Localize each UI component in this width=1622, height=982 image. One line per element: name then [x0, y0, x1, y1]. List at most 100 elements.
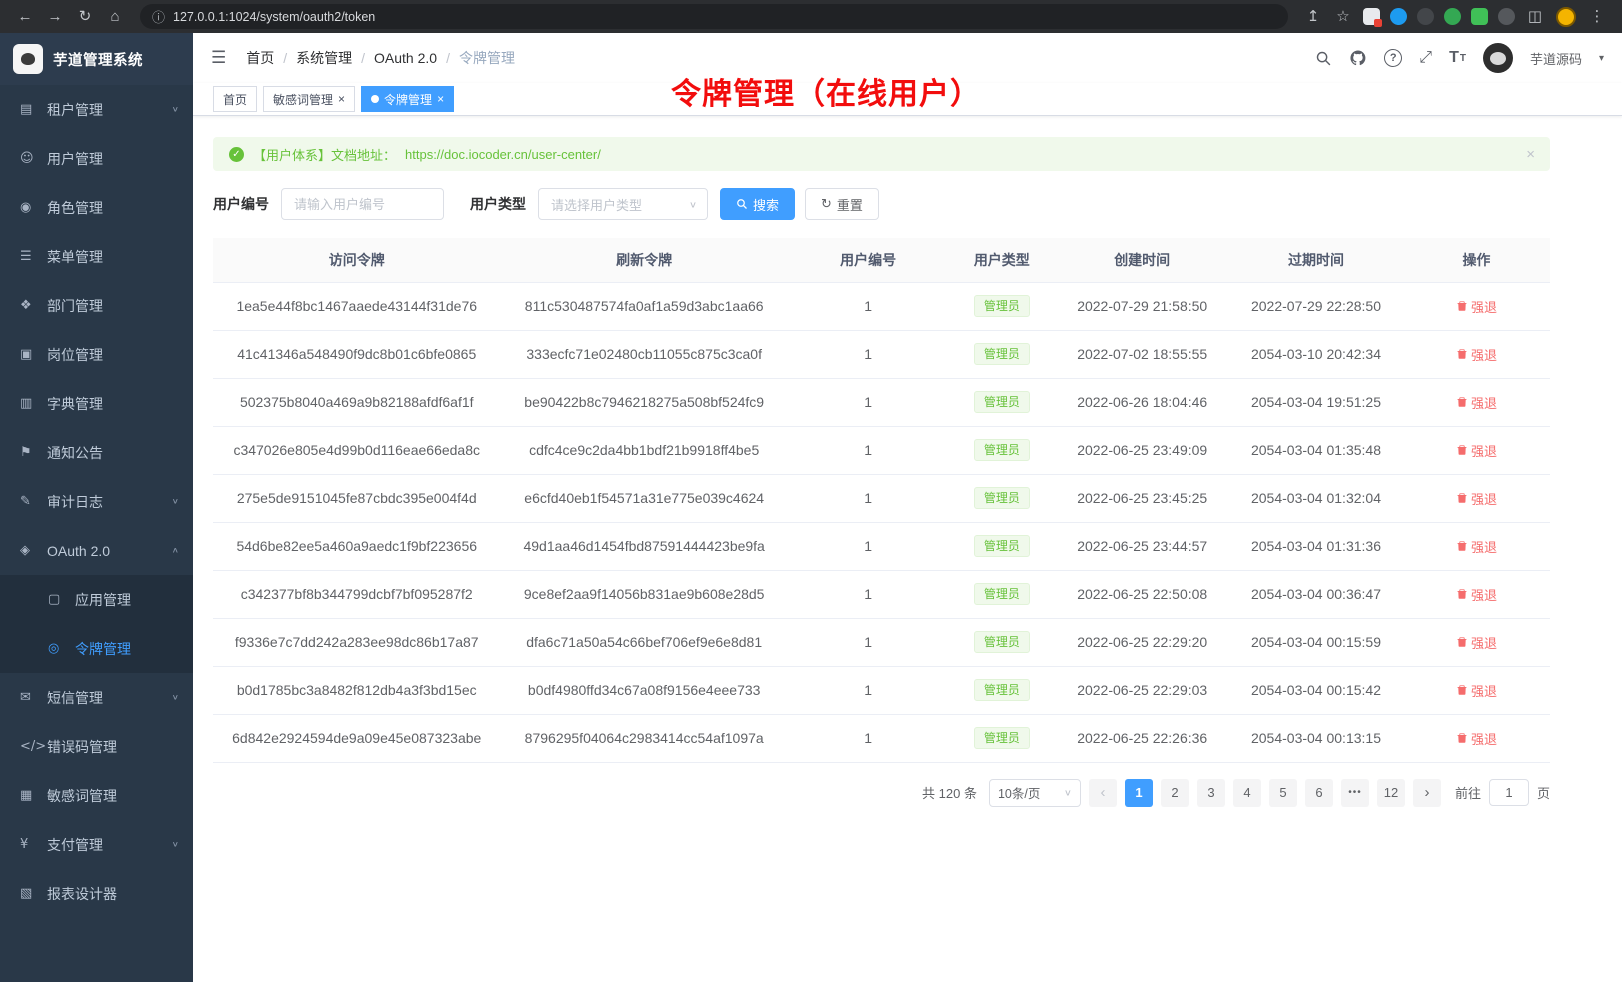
sidebar-item-user[interactable]: ☺ 用户管理 — [0, 134, 193, 183]
page-button-3[interactable]: 3 — [1197, 779, 1225, 807]
trash-icon — [1456, 396, 1468, 408]
user-type-cell: 管理员 — [948, 378, 1055, 426]
page-button-2[interactable]: 2 — [1161, 779, 1189, 807]
browser-profile-avatar[interactable] — [1556, 7, 1576, 27]
extension-icon-3[interactable] — [1417, 8, 1434, 25]
github-icon[interactable] — [1349, 49, 1367, 67]
expire-time-cell: 2054-03-04 00:15:42 — [1229, 666, 1403, 714]
extension-icon-1[interactable] — [1363, 8, 1380, 25]
more-menu-icon[interactable]: ⋮ — [1584, 4, 1610, 30]
search-icon[interactable] — [1315, 50, 1332, 67]
close-icon[interactable]: × — [338, 93, 345, 105]
more-pages-button[interactable]: ••• — [1341, 779, 1369, 807]
page-button-12[interactable]: 12 — [1377, 779, 1405, 807]
breadcrumb-system[interactable]: 系统管理 — [296, 48, 352, 68]
extension-icon-4[interactable] — [1444, 8, 1461, 25]
bookmark-star-icon[interactable]: ☆ — [1330, 4, 1356, 30]
site-info-icon[interactable]: ⓘ — [152, 7, 165, 26]
extension-icon-5[interactable] — [1471, 8, 1488, 25]
token-table: 访问令牌 刷新令牌 用户编号 用户类型 创建时间 过期时间 操作 1ea5e44… — [213, 238, 1550, 763]
sidebar-item-post[interactable]: ▣ 岗位管理 — [0, 330, 193, 379]
sidebar-item-notice[interactable]: ⚑ 通知公告 — [0, 428, 193, 477]
force-logout-button[interactable]: 强退 — [1456, 537, 1497, 556]
force-logout-button[interactable]: 强退 — [1456, 441, 1497, 460]
page-button-6[interactable]: 6 — [1305, 779, 1333, 807]
avatar[interactable] — [1483, 43, 1513, 73]
force-logout-button[interactable]: 强退 — [1456, 585, 1497, 604]
back-icon[interactable]: ← — [12, 4, 38, 30]
user-type-badge: 管理员 — [974, 631, 1030, 653]
sidebar-item-sms[interactable]: ✉ 短信管理 ∨ — [0, 673, 193, 722]
column-header-user-type: 用户类型 — [948, 238, 1055, 282]
address-bar[interactable]: ⓘ 127.0.0.1:1024/system/oauth2/token — [140, 4, 1288, 29]
page-button-5[interactable]: 5 — [1269, 779, 1297, 807]
page-size-select[interactable]: 10条/页 ∨ — [989, 779, 1081, 807]
tab-label: 敏感词管理 — [273, 91, 333, 108]
sidebar-item-tenant[interactable]: ▤ 租户管理 ∨ — [0, 85, 193, 134]
tab-token[interactable]: 令牌管理 × — [361, 86, 454, 112]
menu-label: 通知公告 — [47, 443, 179, 463]
sidebar-item-report-designer[interactable]: ▧ 报表设计器 — [0, 869, 193, 918]
force-logout-button[interactable]: 强退 — [1456, 345, 1497, 364]
search-button[interactable]: 搜索 — [720, 188, 795, 220]
force-logout-button[interactable]: 强退 — [1456, 633, 1497, 652]
sidebar-item-role[interactable]: ◉ 角色管理 — [0, 183, 193, 232]
user-type-select[interactable]: 请选择用户类型 ∨ — [538, 188, 708, 220]
breadcrumb-home[interactable]: 首页 — [246, 48, 274, 68]
breadcrumb-oauth2[interactable]: OAuth 2.0 — [374, 50, 437, 66]
hamburger-icon[interactable]: ☰ — [211, 48, 226, 68]
reload-icon[interactable]: ↻ — [72, 4, 98, 30]
next-page-button[interactable]: › — [1413, 779, 1441, 807]
page-button-4[interactable]: 4 — [1233, 779, 1261, 807]
top-header: ☰ 首页 / 系统管理 / OAuth 2.0 / 令牌管理 ? ⤢ TT — [193, 33, 1622, 83]
force-logout-button[interactable]: 强退 — [1456, 297, 1497, 316]
sidebar-item-sensitive-word[interactable]: ▦ 敏感词管理 — [0, 771, 193, 820]
user-id-input[interactable] — [281, 188, 444, 220]
prev-page-button[interactable]: ‹ — [1089, 779, 1117, 807]
text-size-icon[interactable]: TT — [1449, 49, 1466, 67]
sidebar-item-audit-log[interactable]: ✎ 审计日志 ∨ — [0, 477, 193, 526]
force-logout-button[interactable]: 强退 — [1456, 729, 1497, 748]
sidebar-item-dept[interactable]: ❖ 部门管理 — [0, 281, 193, 330]
user-name[interactable]: 芋道源码 — [1530, 49, 1582, 68]
force-logout-button[interactable]: 强退 — [1456, 489, 1497, 508]
action-cell: 强退 — [1403, 666, 1550, 714]
forward-icon[interactable]: → — [42, 4, 68, 30]
sidebar-item-pay[interactable]: ¥ 支付管理 ∨ — [0, 820, 193, 869]
goto-page-input[interactable] — [1489, 779, 1529, 806]
menu-label: 部门管理 — [47, 296, 179, 316]
close-icon[interactable]: × — [437, 93, 444, 105]
share-icon[interactable]: ↥ — [1300, 4, 1326, 30]
signal-icon: ◎ — [48, 641, 75, 656]
extension-icon-2[interactable] — [1390, 8, 1407, 25]
help-icon[interactable]: ? — [1384, 49, 1402, 67]
fullscreen-icon[interactable]: ⤢ — [1419, 49, 1432, 67]
doc-link[interactable]: https://doc.iocoder.cn/user-center/ — [405, 147, 601, 162]
reset-button[interactable]: ↻ 重置 — [805, 188, 879, 220]
table-row: 502375b8040a469a9b82188afdf6af1f be90422… — [213, 378, 1550, 426]
goto-suffix: 页 — [1537, 783, 1550, 802]
sidebar-item-oauth2-token[interactable]: ◎ 令牌管理 — [0, 624, 193, 673]
tab-sensitive-word[interactable]: 敏感词管理 × — [263, 86, 355, 112]
force-logout-button[interactable]: 强退 — [1456, 393, 1497, 412]
home-icon[interactable]: ⌂ — [102, 4, 128, 30]
page-button-1[interactable]: 1 — [1125, 779, 1153, 807]
sidebar-item-oauth2-app[interactable]: ▢ 应用管理 — [0, 575, 193, 624]
action-cell: 强退 — [1403, 618, 1550, 666]
app-icon: ▢ — [48, 592, 75, 607]
force-logout-button[interactable]: 强退 — [1456, 681, 1497, 700]
sidebar-item-dict[interactable]: ▥ 字典管理 — [0, 379, 193, 428]
sidebar-item-oauth2[interactable]: ◈ OAuth 2.0 ∧ — [0, 526, 193, 575]
access-token-cell: 502375b8040a469a9b82188afdf6af1f — [213, 378, 500, 426]
create-time-cell: 2022-06-25 23:49:09 — [1055, 426, 1229, 474]
tab-home[interactable]: 首页 — [213, 86, 257, 112]
user-type-badge: 管理员 — [974, 679, 1030, 701]
user-type-badge: 管理员 — [974, 391, 1030, 413]
extension-icon-6[interactable] — [1498, 8, 1515, 25]
access-token-cell: 54d6be82ee5a460a9aedc1f9bf223656 — [213, 522, 500, 570]
close-icon[interactable]: × — [1526, 146, 1535, 163]
menu-label: 字典管理 — [47, 394, 179, 414]
sidebar-item-error-code[interactable]: </> 错误码管理 — [0, 722, 193, 771]
sidebar-item-menu[interactable]: ☰ 菜单管理 — [0, 232, 193, 281]
split-view-icon[interactable]: ◫ — [1522, 4, 1548, 30]
